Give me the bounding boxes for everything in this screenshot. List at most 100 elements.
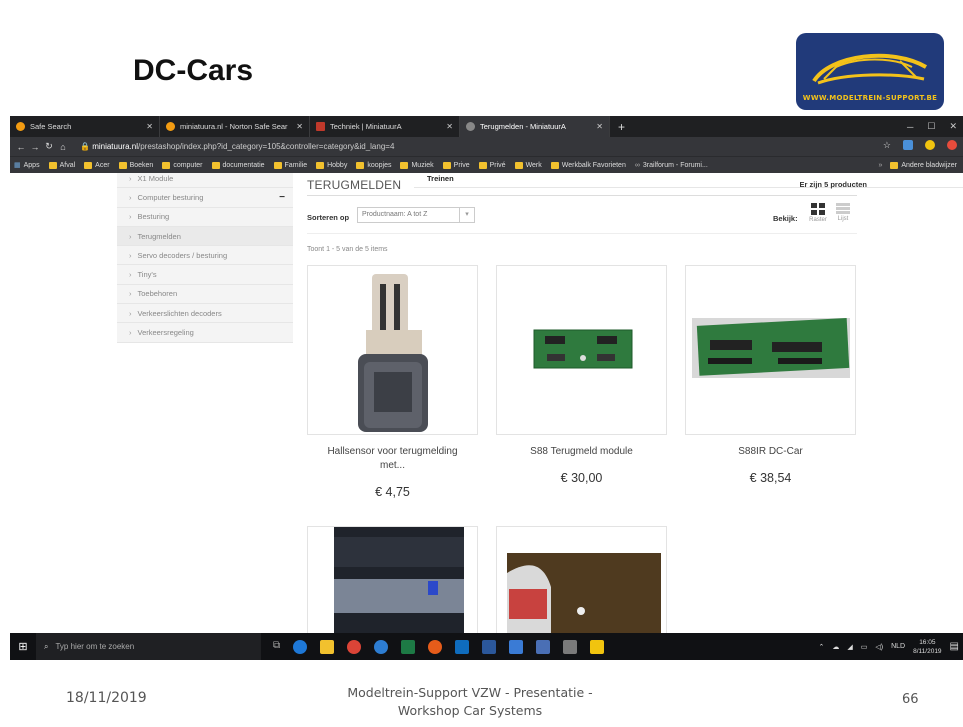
url-field[interactable]: 🔒 miniatuura.nl/prestashop/index.php?id_… [80, 142, 394, 151]
folder-icon [478, 161, 487, 169]
tab-techniek[interactable]: Techniek | MiniatuurA ✕ [310, 116, 460, 137]
bookmark-folder[interactable]: documentatie [211, 161, 265, 169]
product-image[interactable] [496, 526, 667, 633]
product-image[interactable] [685, 265, 856, 435]
chevron-up-icon[interactable]: ⌃ [818, 643, 824, 651]
more-bookmarks-icon[interactable]: » [878, 162, 882, 169]
product-image[interactable] [496, 265, 667, 435]
outlook-icon[interactable] [455, 639, 470, 654]
sidebar-category-item[interactable]: › Toebehoren [117, 284, 293, 305]
sidebar-category-item[interactable]: › Terugmelden [117, 226, 293, 247]
bookmark-link[interactable]: ∞ 3railforum - Forumi... [635, 162, 708, 169]
view-grid-button[interactable]: Raster [807, 203, 829, 223]
home-icon[interactable]: ⌂ [56, 142, 70, 152]
product-image[interactable] [307, 265, 478, 435]
product-name[interactable]: S88 Terugmeld module [496, 445, 667, 459]
bookmark-folder[interactable]: Werk [514, 161, 542, 169]
bookmark-folder[interactable]: Familie [273, 161, 307, 169]
bookmark-folder[interactable]: Muziek [400, 161, 434, 169]
network-icon[interactable]: ◢ [847, 643, 852, 651]
norton-icon [16, 122, 25, 131]
volume-icon[interactable]: ◁) [875, 643, 883, 651]
cloud-icon[interactable]: ☁ [832, 643, 839, 651]
maximize-icon[interactable]: ☐ [927, 121, 935, 132]
bookmark-apps[interactable]: ▦ Apps [14, 161, 40, 170]
forward-icon[interactable]: → [28, 142, 42, 152]
windows-start-icon[interactable]: ⊞ [10, 640, 36, 653]
close-icon[interactable]: ✕ [596, 122, 603, 131]
bookmark-star-icon[interactable]: ☆ [883, 140, 891, 150]
bookmark-folder[interactable]: koopjes [356, 161, 391, 169]
notifications-icon[interactable]: ▤ [950, 641, 959, 652]
taskbar-search[interactable]: ⌕ Typ hier om te zoeken [36, 633, 261, 660]
clock[interactable]: 16:05 8/11/2019 [913, 638, 941, 656]
product-card[interactable] [496, 526, 667, 633]
product-card[interactable]: S88 Terugmeld module € 30,00 [496, 265, 667, 485]
tab-terugmelden[interactable]: Terugmelden - MiniatuurA ✕ [460, 116, 610, 137]
site-favicon-icon [316, 122, 325, 131]
profile-avatar[interactable] [947, 140, 957, 150]
product-card[interactable]: Hallsensor voor terugmelding met... € 4,… [307, 265, 478, 499]
sidebar-category-item[interactable]: › Computer besturing − [117, 188, 293, 208]
product-name[interactable]: S88IR DC-Car [685, 445, 856, 459]
other-bookmarks[interactable]: Andere bladwijzer [901, 162, 957, 169]
excel-icon[interactable] [401, 639, 416, 654]
bookmark-folder[interactable]: Werkbalk Favorieten [550, 161, 626, 169]
sort-select[interactable]: Productnaam: A tot Z ▾ [357, 207, 475, 223]
language-indicator[interactable]: NLD [891, 643, 905, 650]
file-explorer-icon[interactable] [320, 639, 335, 654]
tab-label: miniatuura.nl - Norton Safe Sear [180, 122, 288, 131]
close-icon[interactable]: ✕ [146, 122, 153, 131]
sidebar-category-item[interactable]: › Verkeersregeling [117, 323, 293, 343]
chevron-right-icon: › [129, 289, 132, 299]
sidebar-category-item[interactable]: › Besturing [117, 207, 293, 227]
sidebar-category-item[interactable]: › X1 Module [117, 173, 293, 189]
norton-extension-icon[interactable] [925, 140, 935, 150]
firefox-icon[interactable] [428, 639, 443, 654]
close-icon[interactable]: ✕ [446, 122, 453, 131]
edge-icon[interactable] [293, 639, 308, 654]
app-icon[interactable] [590, 639, 605, 654]
back-icon[interactable]: ← [14, 142, 28, 152]
internet-explorer-icon[interactable] [374, 639, 389, 654]
bookmark-folder[interactable]: Privé [478, 161, 506, 169]
product-card[interactable]: S88IR DC-Car € 38,54 [685, 265, 856, 485]
search-icon: ⌕ [44, 641, 49, 651]
tab-label: Safe Search [30, 122, 72, 131]
task-view-icon[interactable]: ⧉ [273, 640, 280, 654]
bookmark-folder[interactable]: computer [162, 161, 203, 169]
sidebar-category-item[interactable]: Treinen [414, 173, 963, 189]
word-icon[interactable] [482, 639, 497, 654]
close-icon[interactable]: ✕ [296, 122, 303, 131]
bookmark-folder[interactable]: Hobby [316, 161, 347, 169]
extension-icon[interactable] [903, 140, 913, 150]
close-window-icon[interactable]: ✕ [949, 121, 957, 132]
bookmark-folder[interactable]: Afval [48, 161, 75, 169]
product-image[interactable] [307, 526, 478, 633]
app-icon[interactable] [509, 639, 524, 654]
list-icon [836, 203, 850, 214]
collapse-icon[interactable]: − [275, 192, 289, 203]
product-card[interactable] [307, 526, 478, 633]
sidebar-category-item[interactable]: › Tiny's [117, 265, 293, 285]
slide-footer: Modeltrein-Support VZW - Presentatie - W… [347, 685, 593, 718]
chrome-icon[interactable] [347, 639, 362, 654]
bookmark-folder[interactable]: Boeken [118, 161, 153, 169]
new-tab-button[interactable]: + [610, 120, 633, 134]
app-icon[interactable] [536, 639, 551, 654]
sidebar-category-item[interactable]: › Servo decoders / besturing [117, 246, 293, 266]
product-name[interactable]: Hallsensor voor terugmelding met... [307, 445, 478, 473]
system-tray: ⌃ ☁ ◢ ▭ ◁) NLD 16:05 8/11/2019 ▤ [818, 633, 959, 660]
page-title: TERUGMELDEN [307, 178, 402, 192]
minimize-icon[interactable]: ─ [907, 122, 913, 132]
tab-safe-search[interactable]: Safe Search ✕ [10, 116, 160, 137]
battery-icon[interactable]: ▭ [861, 643, 868, 651]
app-icon[interactable] [563, 639, 578, 654]
grid-icon [811, 203, 825, 215]
tab-norton-search[interactable]: miniatuura.nl - Norton Safe Sear ✕ [160, 116, 310, 137]
bookmark-folder[interactable]: Prive [442, 161, 470, 169]
sidebar-category-item[interactable]: › Verkeerslichten decoders [117, 304, 293, 324]
reload-icon[interactable]: ↻ [42, 141, 56, 152]
view-list-button[interactable]: Lijst [832, 203, 854, 222]
bookmark-folder[interactable]: Acer [84, 161, 110, 169]
